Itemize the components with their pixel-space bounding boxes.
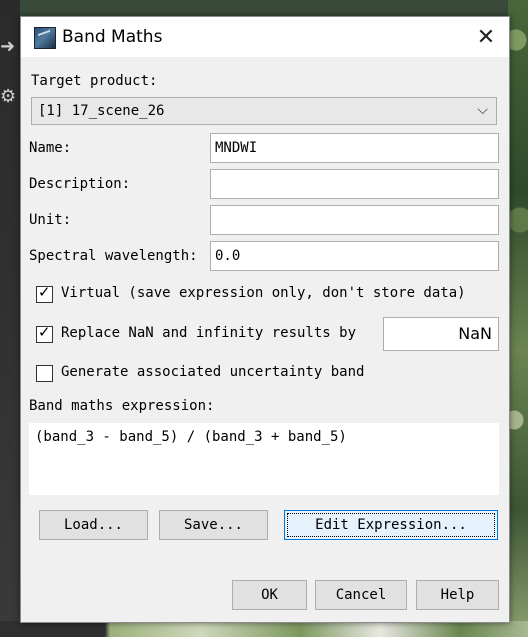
spectral-wavelength-label: Spectral wavelength: <box>29 248 198 264</box>
ok-button[interactable]: OK <box>232 580 307 610</box>
replace-nan-checkbox[interactable]: ✓ <box>36 323 53 343</box>
close-icon[interactable]: ✕ <box>463 17 509 57</box>
virtual-label: Virtual (save expression only, don't sto… <box>61 285 466 301</box>
checkmark-icon: ✓ <box>38 323 51 341</box>
virtual-checkbox[interactable]: ✓ <box>36 283 53 303</box>
description-label: Description: <box>29 176 131 192</box>
load-button[interactable]: Load... <box>39 510 148 540</box>
name-label: Name: <box>29 140 72 156</box>
name-field[interactable]: MNDWI <box>210 133 499 163</box>
dialog-title: Band Maths <box>62 27 163 47</box>
spectral-wavelength-field[interactable]: 0.0 <box>210 241 499 271</box>
unit-field[interactable] <box>210 205 499 235</box>
target-product-select[interactable]: [1] 17_scene_26 ⌵ <box>31 97 497 125</box>
background-gear-icon: ⚙ <box>0 86 17 107</box>
expression-textarea[interactable]: (band_3 - band_5) / (band_3 + band_5) <box>29 423 499 495</box>
cancel-button[interactable]: Cancel <box>315 580 407 610</box>
map-background-right <box>508 0 528 637</box>
help-button[interactable]: Help <box>416 580 499 610</box>
edit-expression-button[interactable]: Edit Expression... <box>284 510 498 540</box>
uncertainty-label: Generate associated uncertainty band <box>61 364 365 380</box>
band-maths-dialog: Band Maths ✕ Target product: [1] 17_scen… <box>20 16 510 623</box>
description-field[interactable] <box>210 169 499 199</box>
chevron-down-icon[interactable]: ⌵ <box>477 102 488 118</box>
checkmark-icon: ✓ <box>38 283 51 301</box>
save-button[interactable]: Save... <box>159 510 268 540</box>
unit-label: Unit: <box>29 212 72 228</box>
expression-label: Band maths expression: <box>29 398 215 414</box>
replace-nan-value-field[interactable]: NaN <box>383 317 499 351</box>
map-background-bottom <box>0 621 528 637</box>
uncertainty-checkbox[interactable] <box>36 365 53 382</box>
background-arrow-icon: ➜ <box>0 36 16 57</box>
replace-nan-label: Replace NaN and infinity results by <box>61 325 357 341</box>
target-product-label: Target product: <box>31 73 158 89</box>
target-product-value: [1] 17_scene_26 <box>38 103 165 119</box>
title-bar: Band Maths ✕ <box>21 17 509 57</box>
snap-app-icon <box>34 27 56 49</box>
